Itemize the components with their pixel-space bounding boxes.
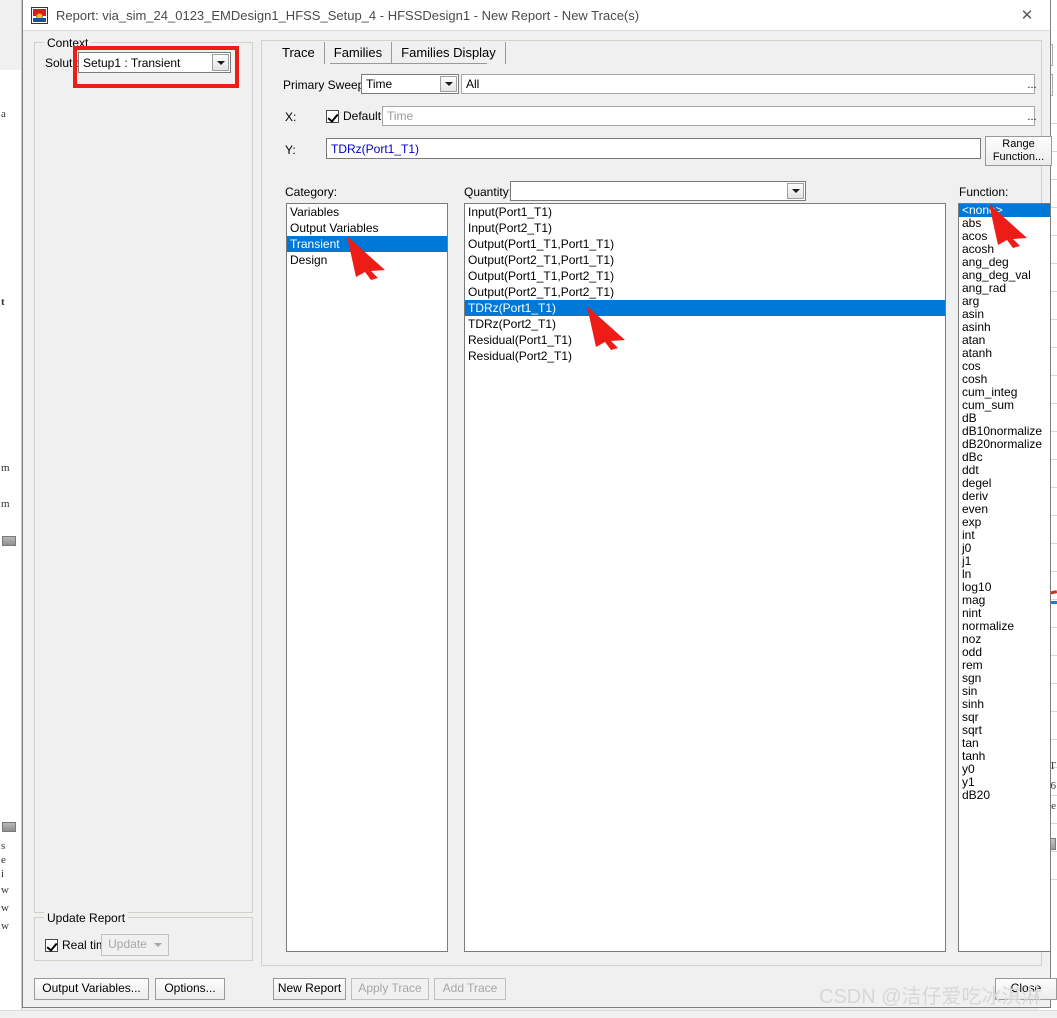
csdn-watermark: CSDN @洁仔爱吃冰淇淋 [819, 986, 1042, 1008]
chevron-down-icon[interactable] [440, 76, 457, 92]
background-text-fragment: m [1, 462, 10, 474]
update-button-label: Update [108, 937, 147, 952]
list-item[interactable]: Output(Port2_T1,Port1_T1) [465, 252, 945, 268]
y-expression-field[interactable]: TDRz(Port1_T1) [326, 138, 981, 159]
x-expression-value: Time [387, 109, 414, 123]
chevron-down-icon [153, 943, 162, 947]
list-item[interactable]: j1 [959, 555, 1050, 568]
new-report-button-label: New Report [277, 981, 342, 996]
list-item[interactable]: Output(Port2_T1,Port2_T1) [465, 284, 945, 300]
report-dialog: Report: via_sim_24_0123_EMDesign1_HFSS_S… [22, 0, 1057, 1008]
category-listbox[interactable]: Variables Output Variables Transient Des… [286, 203, 448, 952]
list-item[interactable]: Residual(Port1_T1) [465, 332, 945, 348]
background-text-fragment: w [1, 884, 9, 896]
background-text-fragment: s [1, 840, 6, 852]
x-browse-button[interactable]: ... [1023, 107, 1041, 125]
tab-families[interactable]: Families [325, 42, 393, 64]
new-report-button[interactable]: New Report [273, 978, 346, 1000]
options-button-label: Options... [164, 981, 216, 996]
title-bar: Report: via_sim_24_0123_EMDesign1_HFSS_S… [23, 0, 1050, 31]
quantity-combo[interactable] [510, 181, 806, 201]
update-button[interactable]: Update [101, 934, 169, 956]
options-button[interactable]: Options... [155, 978, 225, 1000]
background-text-fragment: a [1, 108, 6, 120]
background-scrollbar-thumb[interactable] [2, 536, 16, 546]
app-icon [31, 6, 48, 24]
range-function-button[interactable]: Range Function... [985, 136, 1052, 166]
list-item[interactable]: int [959, 529, 1050, 542]
chevron-down-icon[interactable] [787, 183, 804, 199]
output-variables-button[interactable]: Output Variables... [34, 978, 149, 1000]
background-text-fragment: t [1, 296, 5, 308]
chevron-down-icon[interactable] [212, 54, 229, 71]
x-axis-label: X: [285, 110, 297, 124]
y-expression-value: TDRz(Port1_T1) [331, 141, 420, 156]
background-left-strip: a t m m s e i w w w [0, 0, 22, 1018]
tab-underline [330, 63, 487, 64]
x-default-label: Default [343, 109, 382, 123]
checkbox-box [45, 938, 58, 952]
apply-trace-button[interactable]: Apply Trace [351, 978, 429, 1000]
quantity-listbox[interactable]: Input(Port1_T1) Input(Port2_T1) Output(P… [464, 203, 946, 952]
background-left-panel-fill [0, 0, 21, 70]
list-item[interactable]: Design [287, 252, 447, 268]
add-trace-button-label: Add Trace [442, 981, 498, 996]
list-item[interactable]: dB20 [959, 789, 1050, 802]
function-listbox[interactable]: <none> abs acos acosh ang_deg ang_deg_val ang_… [958, 203, 1051, 952]
list-item[interactable]: TDRz(Port1_T1) [465, 300, 945, 316]
checkbox-box [326, 109, 339, 123]
x-default-checkbox[interactable]: Default [326, 109, 381, 123]
function-label: Function: [959, 185, 1009, 199]
tab-families-display[interactable]: Families Display [392, 42, 506, 64]
primary-sweep-combo[interactable]: Time [361, 74, 459, 94]
primary-sweep-range-field[interactable]: All [461, 74, 1035, 94]
window-title: Report: via_sim_24_0123_EMDesign1_HFSS_S… [56, 7, 640, 23]
primary-sweep-browse-button[interactable]: ... [1023, 75, 1041, 93]
tab-strip: Trace Families Families Display [273, 40, 506, 64]
list-item[interactable]: Output(Port1_T1,Port2_T1) [465, 268, 945, 284]
list-item[interactable]: Output(Port1_T1,Port1_T1) [465, 236, 945, 252]
y-axis-label: Y: [285, 143, 296, 157]
primary-sweep-value: Time [366, 77, 393, 91]
list-item[interactable]: Variables [287, 204, 447, 220]
range-function-button-label: Range Function... [992, 138, 1045, 163]
apply-trace-button-label: Apply Trace [358, 981, 422, 996]
background-text-fragment: e [1, 854, 6, 866]
x-expression-field: Time [382, 106, 1035, 126]
close-icon[interactable]: ✕ [1004, 0, 1050, 30]
background-status-bar [0, 1010, 1057, 1018]
add-trace-button[interactable]: Add Trace [434, 978, 506, 1000]
list-item[interactable]: Residual(Port2_T1) [465, 348, 945, 364]
update-report-group-label: Update Report [44, 911, 129, 925]
background-text-fragment: m [1, 498, 10, 510]
list-item[interactable]: Transient [287, 236, 447, 252]
list-item[interactable]: Input(Port1_T1) [465, 204, 945, 220]
quantity-label: Quantity: [464, 185, 513, 199]
list-item[interactable]: TDRz(Port2_T1) [465, 316, 945, 332]
list-item[interactable]: j0 [959, 542, 1050, 555]
solution-combo-value: Setup1 : Transient [83, 55, 181, 70]
background-text-fragment: i [1, 868, 5, 880]
context-group: Context [34, 36, 253, 913]
context-group-label: Context [44, 36, 92, 50]
output-variables-button-label: Output Variables... [42, 981, 141, 996]
solution-combo[interactable]: Setup1 : Transient [78, 52, 231, 73]
background-scrollbar-thumb[interactable] [2, 822, 16, 832]
list-item[interactable]: Output Variables [287, 220, 447, 236]
category-label: Category: [285, 185, 338, 199]
background-text-fragment: w [1, 902, 9, 914]
primary-sweep-label: Primary Sweep: [283, 78, 368, 92]
primary-sweep-range-value: All [466, 77, 480, 91]
list-item[interactable]: Input(Port2_T1) [465, 220, 945, 236]
background-text-fragment: w [1, 920, 9, 932]
tab-trace[interactable]: Trace [273, 42, 325, 64]
